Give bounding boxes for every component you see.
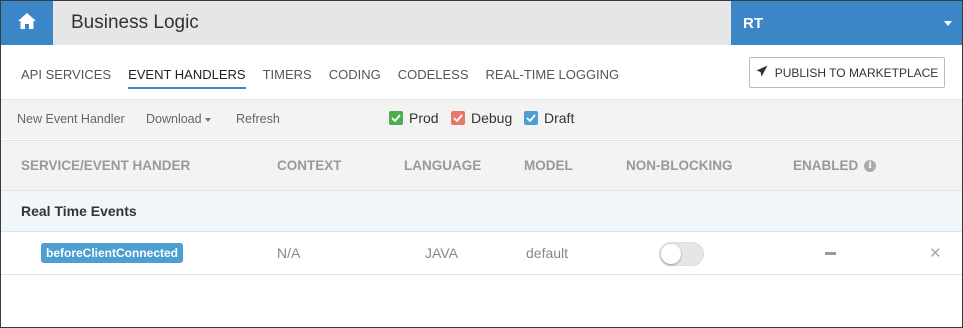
checkbox-checked-icon[interactable]: [524, 111, 538, 125]
tab-coding[interactable]: CODING: [329, 67, 381, 89]
cell-context: N/A: [277, 245, 301, 261]
filter-prod-label: Prod: [409, 110, 439, 126]
page-title: Business Logic: [71, 12, 199, 33]
home-button[interactable]: [1, 1, 53, 45]
paper-plane-icon: [756, 65, 775, 80]
column-header-service[interactable]: SERVICE/EVENT HANDER: [21, 158, 190, 173]
filter-prod[interactable]: Prod: [389, 110, 439, 126]
home-icon: [17, 12, 37, 35]
download-dropdown[interactable]: Download: [146, 112, 211, 126]
tab-event-handlers[interactable]: EVENT HANDLERS: [128, 67, 246, 89]
cell-language: JAVA: [425, 245, 458, 261]
cell-model: default: [526, 245, 569, 261]
table-header: SERVICE/EVENT HANDER CONTEXT LANGUAGE MO…: [1, 140, 962, 191]
title-area: Business Logic: [53, 1, 731, 45]
column-header-language[interactable]: LANGUAGE: [404, 158, 481, 173]
tab-real-time-logging[interactable]: REAL-TIME LOGGING: [486, 67, 620, 89]
tab-codeless[interactable]: CODELESS: [398, 67, 469, 89]
tab-timers[interactable]: TIMERS: [263, 67, 312, 89]
refresh-button[interactable]: Refresh: [236, 112, 280, 126]
filter-draft[interactable]: Draft: [524, 110, 574, 126]
filter-debug-label: Debug: [471, 110, 513, 126]
tab-api-services[interactable]: API SERVICES: [21, 67, 111, 89]
enabled-header-label: ENABLED: [793, 158, 859, 173]
enabled-dash-icon: [825, 252, 836, 255]
column-header-enabled[interactable]: ENABLED i: [793, 158, 877, 173]
checkbox-checked-icon[interactable]: [451, 111, 465, 125]
group-label: Real Time Events: [21, 203, 137, 219]
checkbox-checked-icon[interactable]: [389, 111, 403, 125]
section-tabs: API SERVICES EVENT HANDLERS TIMERS CODIN…: [21, 67, 636, 89]
column-header-model[interactable]: MODEL: [524, 158, 573, 173]
handler-name-badge[interactable]: beforeClientConnected: [41, 243, 184, 263]
table-row: beforeClientConnected N/A JAVA default ✕: [1, 232, 962, 275]
filter-debug[interactable]: Debug: [451, 110, 512, 126]
app-selector[interactable]: RT: [731, 1, 962, 45]
info-icon[interactable]: i: [864, 160, 877, 173]
toolbar: New Event Handler Download Refresh Prod …: [1, 99, 962, 139]
new-event-handler-button[interactable]: New Event Handler: [17, 112, 125, 126]
caret-down-icon: [204, 117, 211, 122]
non-blocking-toggle[interactable]: [659, 242, 704, 266]
app-name: RT: [743, 15, 763, 32]
app-frame: Business Logic RT API SERVICES EVENT HAN…: [0, 0, 963, 328]
publish-to-marketplace-button[interactable]: PUBLISH TO MARKETPLACE: [749, 57, 945, 88]
column-header-context[interactable]: CONTEXT: [277, 158, 342, 173]
publish-label: PUBLISH TO MARKETPLACE: [774, 65, 939, 80]
chevron-down-icon: [944, 21, 952, 26]
filter-draft-label: Draft: [544, 110, 575, 126]
toggle-knob: [661, 244, 681, 264]
column-header-non-blocking[interactable]: NON-BLOCKING: [626, 158, 733, 173]
download-label: Download: [146, 112, 202, 126]
delete-icon[interactable]: ✕: [929, 244, 942, 262]
top-bar: Business Logic RT: [1, 1, 962, 45]
table-group-row: Real Time Events: [1, 191, 962, 232]
